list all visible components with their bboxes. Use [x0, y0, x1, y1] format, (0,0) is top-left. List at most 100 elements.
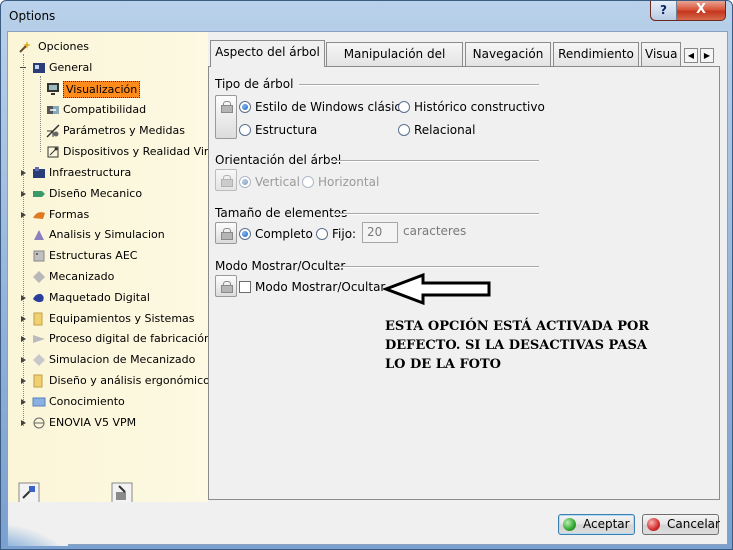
- digital-mockup-icon: [32, 291, 46, 305]
- accept-button[interactable]: Aceptar: [558, 514, 635, 535]
- tree-item-compatibilidad[interactable]: Compatibilidad: [41, 101, 201, 119]
- tree-item-general[interactable]: General: [19, 59, 199, 77]
- tree-item-label: Conocimiento: [49, 395, 125, 408]
- expand-toggle[interactable]: [19, 294, 27, 302]
- tab-scroll-right-button[interactable]: ▶: [700, 48, 714, 63]
- tab-panel-aspecto: Tipo de árbol Estilo de Windows clásico …: [208, 66, 720, 500]
- tab-label: Navegación: [472, 47, 544, 61]
- lock-button-show-hide[interactable]: [215, 275, 237, 297]
- equipment-icon: [32, 312, 46, 326]
- sync-icon[interactable]: [18, 482, 40, 502]
- expand-toggle[interactable]: [19, 398, 27, 406]
- lock-icon: [221, 228, 233, 240]
- tree-item-label: Compatibilidad: [63, 103, 147, 116]
- radio-label: Horizontal: [318, 175, 380, 189]
- tree-item-enovia[interactable]: ENOVIA V5 VPM: [19, 414, 204, 432]
- tree-item-label: Infraestructura: [49, 166, 132, 179]
- tab-rendimiento[interactable]: Rendimiento: [553, 42, 639, 66]
- tab-aspecto-arbol[interactable]: Aspecto del árbol: [210, 40, 325, 67]
- tree-item-equipment[interactable]: Equipamientos y Sistemas: [19, 310, 204, 328]
- tree-item-mechanical-design[interactable]: Diseño Mecanico: [19, 185, 204, 203]
- settings-export-icon[interactable]: [111, 482, 133, 502]
- compatibility-icon: [46, 103, 60, 117]
- radio-label: Histórico constructivo: [414, 100, 545, 114]
- compass-decoration-icon: [8, 516, 68, 546]
- cancel-button[interactable]: Cancelar: [642, 514, 720, 535]
- tree-item-machining[interactable]: Mecanizado: [19, 268, 204, 286]
- lock-button-element-size[interactable]: [215, 222, 237, 244]
- radio-indicator: [398, 124, 410, 136]
- group-title-element-size: Tamaño de elementos: [215, 206, 348, 220]
- tab-label: Rendimiento: [558, 47, 634, 61]
- expand-toggle[interactable]: [19, 211, 27, 219]
- tree-item-digital-mockup[interactable]: Maquetado Digital: [19, 289, 204, 307]
- dialog-client-area: Opciones General Visualización Compatibi…: [7, 31, 728, 546]
- tree-item-ergonomics[interactable]: Diseño y análisis ergonómico:: [19, 372, 208, 390]
- tab-scroll-left-button[interactable]: ◀: [684, 48, 698, 63]
- enovia-icon: [32, 416, 46, 430]
- lock-button-tree-type[interactable]: [215, 95, 237, 139]
- tree-item-label: Equipamientos y Sistemas: [49, 312, 195, 325]
- tree-item-infrastructure[interactable]: Infraestructura: [19, 164, 204, 182]
- title-bar[interactable]: Options ? X: [1, 1, 732, 31]
- tree-item-parametros[interactable]: Parámetros y Medidas: [41, 122, 201, 140]
- group-divider: [331, 160, 539, 162]
- ergonomics-icon: [32, 374, 46, 388]
- radio-label: Estilo de Windows clásico: [255, 100, 409, 114]
- tree-item-machining-sim[interactable]: Simulacion de Mecanizado: [19, 351, 204, 369]
- tab-manipulacion-arbol[interactable]: Manipulación del árbol: [326, 42, 463, 83]
- tree-item-knowledge[interactable]: Conocimiento: [19, 393, 204, 411]
- window-controls: ? X: [650, 1, 726, 21]
- devices-icon: [46, 145, 60, 159]
- close-button[interactable]: X: [677, 1, 725, 20]
- digital-process-icon: [32, 332, 46, 346]
- tree-item-label: Formas: [49, 208, 90, 221]
- collapse-toggle[interactable]: [19, 64, 27, 72]
- tree-root-label: Opciones: [38, 40, 89, 53]
- analysis-icon: [32, 228, 46, 242]
- help-button[interactable]: ?: [651, 1, 677, 20]
- tree-item-label: Maquetado Digital: [49, 291, 150, 304]
- tree-item-visualizacion[interactable]: Visualización: [41, 80, 201, 98]
- expand-toggle[interactable]: [19, 169, 27, 177]
- knowledge-icon: [32, 395, 46, 409]
- shapes-icon: [32, 208, 46, 222]
- lock-icon: [221, 101, 233, 113]
- tab-navegacion[interactable]: Navegación: [465, 42, 551, 66]
- tree-item-aec[interactable]: Estructuras AEC: [19, 247, 204, 265]
- expand-toggle[interactable]: [19, 315, 27, 323]
- tree-item-digital-process[interactable]: Proceso digital de fabricación: [19, 330, 208, 348]
- tree-item-analysis[interactable]: Analisis y Simulacion: [19, 226, 204, 244]
- radio-indicator: [302, 176, 314, 188]
- expand-toggle[interactable]: [19, 419, 27, 427]
- expand-toggle[interactable]: [19, 377, 27, 385]
- checkbox-indicator: [239, 281, 251, 293]
- machining-sim-icon: [32, 353, 46, 367]
- lock-button-orientation[interactable]: [215, 169, 237, 191]
- checkbox-label: Modo Mostrar/Ocultar: [255, 280, 386, 294]
- radio-label: Fijo:: [332, 227, 357, 241]
- annotation-line: ESTA OPCIÓN ESTÁ ACTIVADA POR: [385, 319, 650, 334]
- expand-toggle[interactable]: [19, 356, 27, 364]
- tree-item-label: Diseño y análisis ergonómico:: [49, 374, 208, 387]
- annotation-arrow-icon: [383, 272, 491, 306]
- tree-item-label: Visualización: [63, 81, 141, 98]
- machining-icon: [32, 270, 46, 284]
- accept-icon: [563, 518, 576, 531]
- expand-toggle[interactable]: [19, 190, 27, 198]
- lock-icon: [221, 175, 233, 187]
- tree-item-label: General: [49, 61, 93, 74]
- mechanical-design-icon: [32, 187, 46, 201]
- cancel-label: Cancelar: [667, 517, 720, 531]
- radio-label: Estructura: [255, 123, 318, 137]
- tree-root[interactable]: Opciones: [18, 38, 198, 56]
- tab-visualizacion-partial[interactable]: Visua: [641, 42, 681, 66]
- tree-item-shapes[interactable]: Formas: [19, 206, 204, 224]
- radio-label: Completo: [255, 227, 313, 241]
- tree-item-dispositivos[interactable]: Dispositivos y Realidad Virtu: [41, 143, 208, 161]
- expand-toggle[interactable]: [19, 335, 27, 343]
- parameters-icon: [46, 124, 60, 138]
- fixed-size-input[interactable]: 20: [362, 222, 398, 243]
- unit-label: caracteres: [403, 224, 467, 238]
- group-divider: [299, 84, 539, 86]
